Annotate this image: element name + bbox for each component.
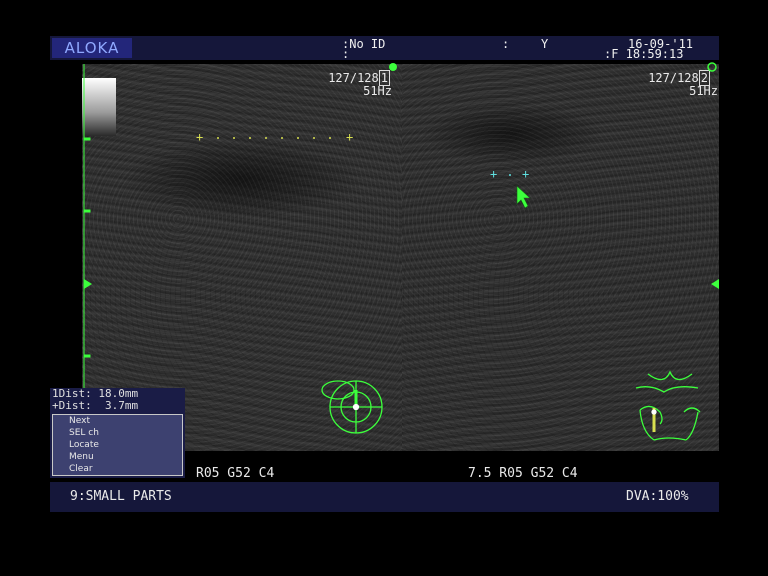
caliper-line-left: + + <box>196 130 353 144</box>
menu-item-clear[interactable]: Clear <box>53 463 182 475</box>
svg-text:+: + <box>196 130 203 144</box>
caliper-menu: Next SEL ch Locate Menu Clear <box>50 412 185 478</box>
caliper-line-right: + + <box>490 167 529 181</box>
measurement-panel: 1Dist: 18.0mm +Dist: 3.7mm <box>50 388 185 412</box>
measurement-dist-2: +Dist: 3.7mm <box>52 399 139 412</box>
menu-item-menu[interactable]: Menu <box>53 451 182 463</box>
preset-label: 9:SMALL PARTS <box>70 489 172 504</box>
breast-body-marker-icon <box>321 380 383 434</box>
svg-text:+: + <box>346 130 353 144</box>
caliper-menu-list: Next SEL ch Locate Menu Clear <box>52 414 183 476</box>
focus-marker-right <box>707 62 717 72</box>
svg-text:+: + <box>490 167 497 181</box>
depth-marker-right <box>711 279 719 289</box>
menu-item-next[interactable]: Next <box>53 415 182 427</box>
image-params-right: 7.5 R05 G52 C4 <box>468 466 578 481</box>
image-params-left: R05 G52 C4 <box>196 466 275 481</box>
svg-text:+: + <box>522 167 529 181</box>
cursor-arrow-icon <box>516 185 531 209</box>
torso-body-marker-icon <box>635 370 701 441</box>
menu-item-locate[interactable]: Locate <box>53 439 182 451</box>
dva-readout: DVA:100% <box>626 489 689 504</box>
menu-item-sel-ch[interactable]: SEL ch <box>53 427 182 439</box>
focus-marker-left <box>389 63 397 71</box>
